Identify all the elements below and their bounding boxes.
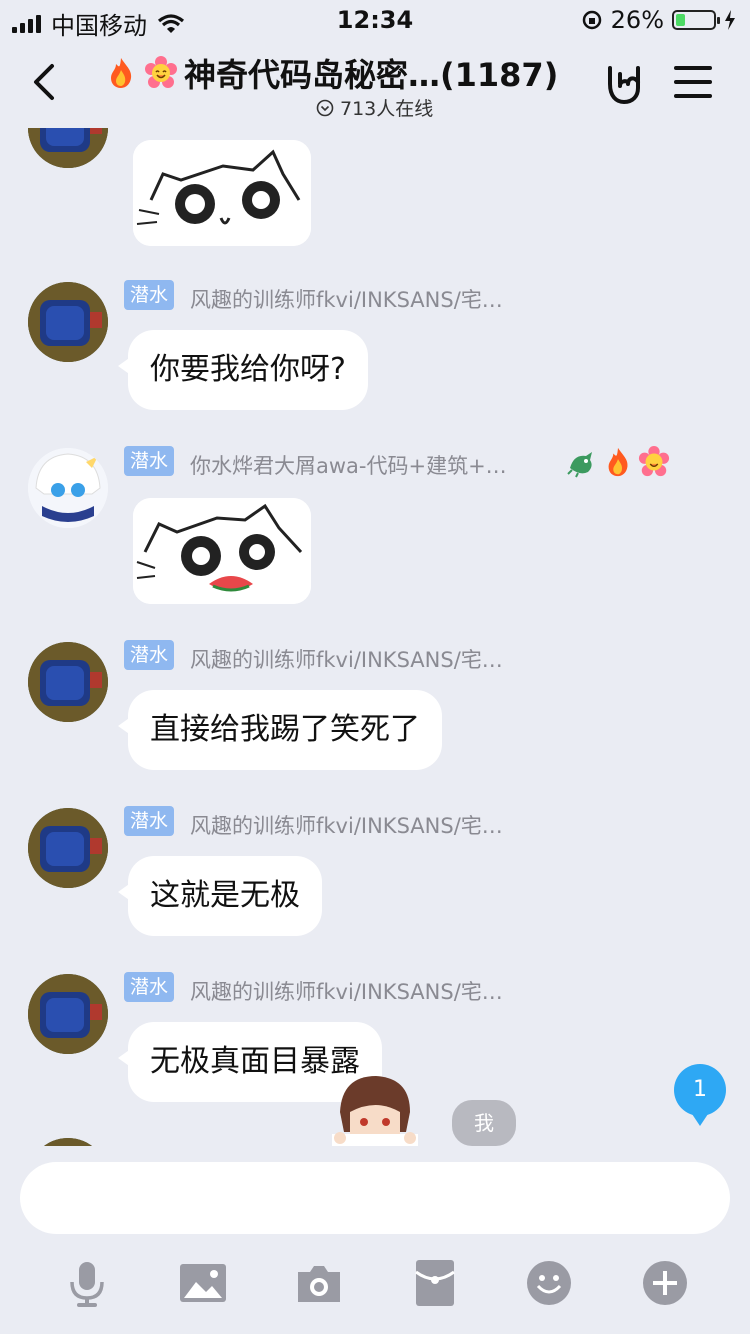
member-tag: 潜水 [124, 806, 175, 836]
fire-icon [608, 447, 628, 477]
dragon-icon [567, 452, 592, 478]
message-input[interactable] [20, 1162, 730, 1234]
menu-icon[interactable] [674, 66, 712, 100]
camera-icon[interactable] [294, 1258, 344, 1308]
sticker-image[interactable] [133, 498, 311, 604]
member-tag: 潜水 [124, 446, 175, 476]
member-badges [566, 446, 670, 478]
message-bubble[interactable]: 直接给我踢了笑死了 [118, 690, 442, 770]
sender-name[interactable]: 你水烨君大屑awa-代码+建筑+… [190, 450, 507, 480]
avatar[interactable] [28, 282, 108, 362]
mascot-sticker [332, 1076, 418, 1146]
online-count-text: 713人在线 [340, 98, 434, 120]
image-icon[interactable] [178, 1258, 228, 1308]
chevron-down-icon [316, 99, 334, 116]
red-packet-icon[interactable] [410, 1258, 460, 1308]
member-tag: 潜水 [124, 280, 175, 310]
sender-name[interactable]: 风趣的训练师fkvi/INKSANS/宅… [190, 976, 503, 1006]
sticker-image[interactable] [133, 140, 311, 246]
me-indicator[interactable]: 我 [452, 1100, 516, 1146]
back-icon[interactable] [28, 62, 64, 102]
group-title[interactable]: 神奇代码岛秘密…(1187) [104, 50, 558, 96]
status-bar: 中国移动 12:34 26% [0, 0, 750, 40]
flower-icon [145, 56, 177, 88]
emoji-icon[interactable] [524, 1258, 574, 1308]
group-title-text: 神奇代码岛秘密…(1187) [184, 56, 559, 94]
sender-name[interactable]: 风趣的训练师fkvi/INKSANS/宅… [190, 284, 503, 314]
sender-name[interactable]: 风趣的训练师fkvi/INKSANS/宅… [190, 810, 503, 840]
toolbar [0, 1254, 750, 1314]
avatar[interactable] [28, 128, 108, 168]
sender-name[interactable]: 风趣的训练师fkvi/INKSANS/宅… [190, 644, 503, 674]
member-tag: 潜水 [124, 972, 175, 1002]
battery-percent: 26% [610, 6, 664, 34]
battery-level [676, 14, 686, 26]
member-tag: 潜水 [124, 640, 175, 670]
rock-hand-icon[interactable] [602, 62, 646, 106]
avatar[interactable] [28, 642, 108, 722]
input-bar [0, 1146, 750, 1334]
message-bubble[interactable]: 你要我给你呀? [118, 330, 368, 410]
avatar[interactable] [28, 1138, 108, 1146]
avatar[interactable] [28, 448, 108, 528]
fire-icon [111, 58, 132, 88]
avatar[interactable] [28, 974, 108, 1054]
flower-icon [638, 446, 670, 477]
message-list[interactable]: 潜水 风趣的训练师fkvi/INKSANS/宅… 你要我给你呀? 潜水 你水烨君… [0, 128, 750, 1146]
online-count: 713人在线 [316, 94, 433, 121]
battery-icon [672, 10, 720, 30]
chat-header: 神奇代码岛秘密…(1187) 713人在线 [0, 40, 750, 128]
charging-icon [725, 10, 735, 30]
microphone-icon[interactable] [62, 1258, 112, 1308]
orientation-lock-icon [582, 10, 601, 30]
avatar[interactable] [28, 808, 108, 888]
plus-icon[interactable] [640, 1258, 690, 1308]
unread-badge[interactable]: 1 [674, 1064, 726, 1126]
message-bubble[interactable]: 这就是无极 [118, 856, 322, 936]
